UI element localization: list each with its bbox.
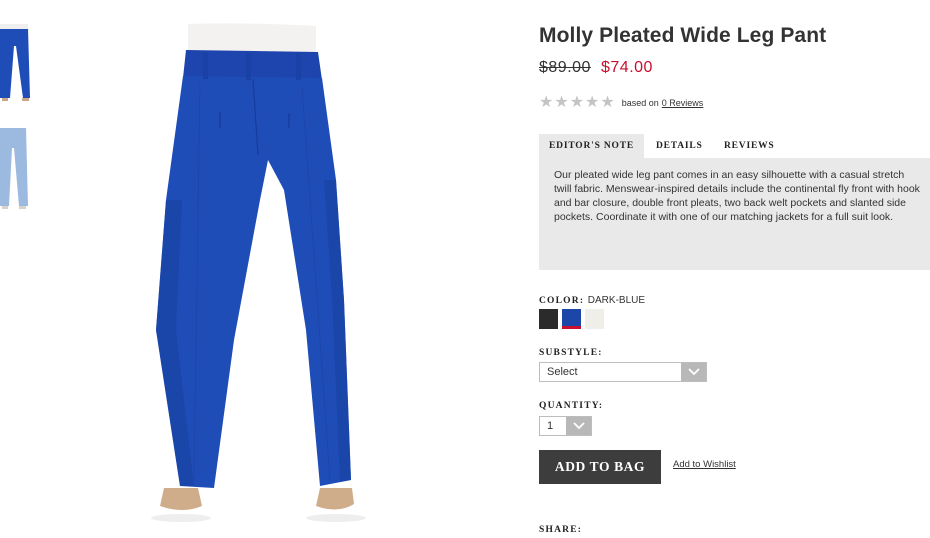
color-swatches <box>539 309 604 329</box>
substyle-select[interactable]: Select <box>539 362 707 382</box>
tab-details[interactable]: DETAILS <box>656 134 703 158</box>
share-label: SHARE: <box>539 525 583 535</box>
add-to-bag-button[interactable]: ADD TO BAG <box>539 450 661 484</box>
swatch-black[interactable] <box>539 309 558 329</box>
star-icon: ★ <box>600 94 615 111</box>
add-to-wishlist-link[interactable]: Add to Wishlist <box>673 459 736 470</box>
quantity-select[interactable]: 1 <box>539 416 592 436</box>
product-tabs: EDITOR'S NOTE DETAILS REVIEWS <box>539 134 930 158</box>
tab-reviews[interactable]: REVIEWS <box>724 134 774 158</box>
star-icon: ★ <box>585 94 600 111</box>
thumbnail-dark-blue[interactable] <box>0 24 48 108</box>
product-main-image[interactable] <box>48 0 480 538</box>
substyle-select-value: Select <box>547 366 578 378</box>
swatch-dark-blue[interactable] <box>562 309 581 329</box>
quantity-label: QUANTITY: <box>539 401 604 411</box>
chevron-down-icon[interactable] <box>681 363 706 381</box>
sale-price: $74.00 <box>601 59 653 76</box>
substyle-label: SUBSTYLE: <box>539 348 603 358</box>
quantity-select-value: 1 <box>547 420 554 432</box>
rating-stars: ★ ★ ★ ★ ★ <box>539 95 615 111</box>
tab-editors-note[interactable]: EDITOR'S NOTE <box>539 134 644 158</box>
rating-based-on-label: based on <box>621 98 659 108</box>
chevron-down-icon[interactable] <box>566 417 591 435</box>
original-price: $89.00 <box>539 59 591 76</box>
rating: ★ ★ ★ ★ ★ based on 0 Reviews <box>539 95 703 111</box>
thumbnail-light-blue[interactable] <box>0 124 48 216</box>
editors-note-text: Our pleated wide leg pant comes in an ea… <box>554 169 920 223</box>
swatch-ivory[interactable] <box>585 309 604 329</box>
tab-panel-editors-note: Our pleated wide leg pant comes in an ea… <box>539 158 930 270</box>
star-icon: ★ <box>554 94 569 111</box>
color-label-text: COLOR: <box>539 296 585 306</box>
star-icon: ★ <box>569 94 585 111</box>
color-label: COLOR: DARK-BLUE <box>539 295 645 306</box>
reviews-link[interactable]: 0 Reviews <box>662 98 704 108</box>
product-title: Molly Pleated Wide Leg Pant <box>539 24 827 47</box>
star-icon: ★ <box>539 94 554 111</box>
color-value: DARK-BLUE <box>587 295 646 306</box>
